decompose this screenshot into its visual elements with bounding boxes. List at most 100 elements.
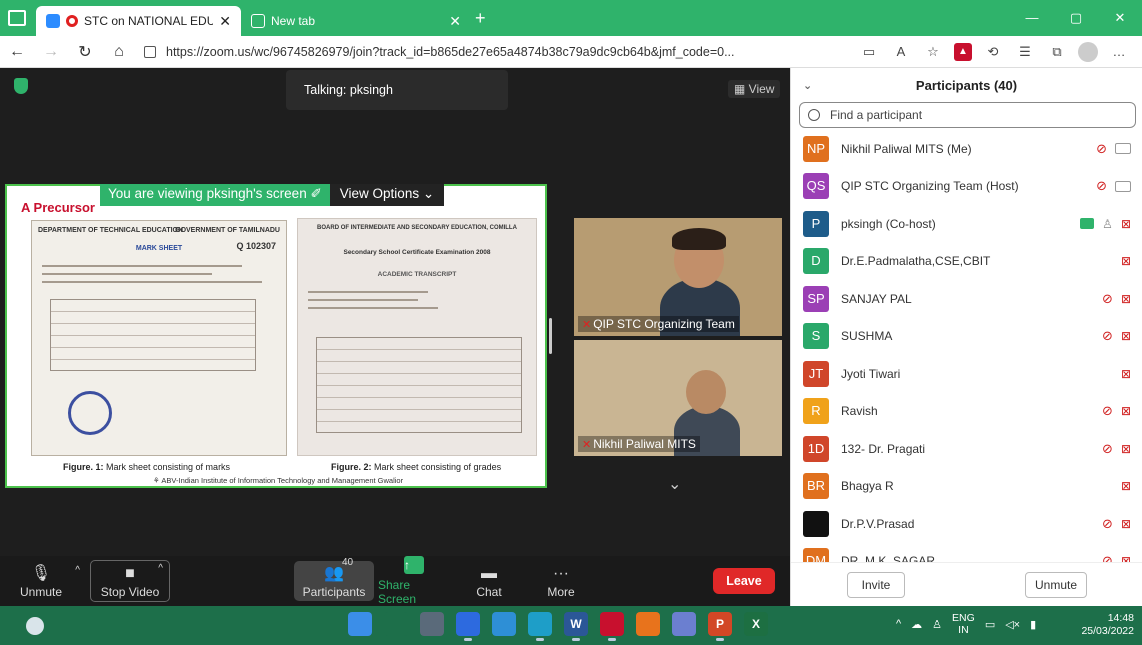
unmute-button[interactable]: 🎙 Unmute ^ [10, 563, 80, 599]
powerpoint-icon[interactable]: P [708, 612, 732, 641]
avatar [803, 510, 829, 537]
view-button[interactable]: ▦ View [728, 80, 781, 98]
more-button[interactable]: ··· More [530, 563, 592, 599]
tab-close-icon[interactable]: ✕ [219, 13, 231, 30]
tab-title: STC on NATIONAL EDUCATI [84, 14, 214, 28]
app-icon[interactable] [672, 612, 696, 636]
chat-button[interactable]: ▬ Chat [458, 563, 520, 599]
participant-row[interactable]: D Dr.E.Padmalatha,CSE,CBIT ⊠ [791, 243, 1142, 281]
forward-icon[interactable]: → [34, 43, 68, 61]
weather-icon[interactable] [26, 616, 44, 635]
url-bar[interactable]: https://zoom.us/wc/96745826979/join?trac… [136, 40, 858, 64]
participant-row[interactable]: BR Bhagya R ⊠ [791, 468, 1142, 506]
desktop-icon[interactable] [492, 612, 516, 636]
display-icon[interactable]: ▭ [985, 618, 995, 631]
zoom-app-icon[interactable] [456, 612, 480, 641]
browser-tab-strip: STC on NATIONAL EDUCATI ✕ New tab ✕ + — … [0, 0, 1142, 36]
participant-row[interactable]: Ppksingh (Co-host) ♙ ⊠ [791, 205, 1142, 243]
video-tile-name: ✕ QIP STC Organizing Team [578, 316, 739, 332]
participants-button[interactable]: 👥 40 Participants [294, 557, 374, 601]
taskbar-apps: W PX [348, 612, 768, 641]
participant-row[interactable]: NP Nikhil Paliwal MITS (Me) ⊘ [791, 130, 1142, 168]
participant-status-icons: ⊠ [1121, 367, 1142, 381]
tab-zoom-meeting[interactable]: STC on NATIONAL EDUCATI ✕ [36, 6, 241, 36]
acrobat-icon[interactable] [600, 612, 624, 641]
read-aloud-icon[interactable]: A [890, 44, 912, 59]
battery-icon[interactable]: ▮ [1030, 618, 1036, 631]
avatar: P [803, 210, 829, 237]
search-placeholder: Find a participant [830, 108, 923, 122]
maximize-button[interactable]: ▢ [1054, 10, 1098, 26]
participant-row[interactable]: Dr.P.V.Prasad ⊘ ⊠ [791, 505, 1142, 543]
edge-browser-icon[interactable] [528, 612, 552, 641]
participant-row[interactable]: QS QIP STC Organizing Team (Host) ⊘ [791, 168, 1142, 206]
file-explorer-icon[interactable] [420, 612, 444, 636]
back-icon[interactable]: ← [0, 43, 34, 61]
participant-row[interactable]: S SUSHMA ⊘ ⊠ [791, 318, 1142, 356]
unmute-label: Unmute [19, 585, 63, 599]
collapse-chevron-icon[interactable]: ⌄ [803, 79, 812, 92]
caret-up-icon[interactable]: ^ [75, 565, 80, 576]
excel-icon[interactable]: X [744, 612, 768, 636]
leave-button[interactable]: Leave [713, 568, 775, 594]
extensions-icon[interactable]: ⟲ [982, 44, 1004, 60]
share-screen-button[interactable]: ↑ Share Screen [378, 556, 450, 606]
caret-up-icon[interactable]: ^ [158, 563, 163, 574]
clock[interactable]: 14:48 25/03/2022 [1074, 612, 1134, 638]
doc-line [308, 291, 428, 293]
lock-icon[interactable] [144, 45, 156, 58]
split-resize-handle[interactable] [549, 318, 552, 354]
invite-button[interactable]: Invite [847, 571, 905, 598]
reader-icon[interactable]: ▭ [858, 44, 880, 60]
participant-row[interactable]: DM DR. M.K. SAGAR ⊘ ⊠ [791, 543, 1142, 562]
mic-muted-icon: ⊘ [1102, 553, 1113, 562]
participant-name: QIP STC Organizing Team (Host) [841, 179, 1019, 194]
view-options-button[interactable]: View Options ⌄ [329, 184, 445, 206]
participant-row[interactable]: R Ravish ⊘ ⊠ [791, 393, 1142, 431]
stop-video-button[interactable]: ■ Stop Video ^ [90, 560, 170, 602]
minimize-button[interactable]: — [1010, 10, 1054, 26]
new-tab-button[interactable]: + [475, 8, 486, 29]
favorite-icon[interactable]: ☆ [922, 44, 944, 60]
favorites-bar-icon[interactable]: ☰ [1014, 44, 1036, 60]
panel-header: ⌄ Participants (40) [791, 68, 1142, 102]
collections-icon[interactable]: ⧉ [1046, 44, 1068, 60]
window-menu-icon[interactable] [8, 10, 26, 26]
chevron-up-icon[interactable]: ^ [896, 618, 901, 630]
close-window-button[interactable]: ✕ [1098, 10, 1142, 26]
seal-stamp [68, 391, 112, 435]
security-shield-icon[interactable] [14, 78, 28, 94]
home-icon[interactable]: ⌂ [102, 43, 136, 61]
pdf-icon[interactable]: ▲ [954, 42, 972, 61]
firefox-icon[interactable] [636, 612, 660, 636]
mic-muted-icon: ✕ [582, 438, 592, 451]
talking-indicator: Talking: pksingh [286, 70, 508, 110]
grade-sheet-image: BOARD OF INTERMEDIATE AND SECONDARY EDUC… [297, 218, 537, 456]
chevron-down-icon[interactable]: ⌄ [668, 474, 681, 494]
video-camera-icon [1115, 143, 1131, 155]
participant-row[interactable]: JT Jyoti Tiwari ⊠ [791, 355, 1142, 393]
volume-icon[interactable]: ◁× [1005, 618, 1020, 631]
video-tile-qip-stc[interactable]: ✕ QIP STC Organizing Team [574, 218, 782, 336]
word-icon[interactable]: W [564, 612, 588, 641]
doc-line [308, 299, 418, 301]
language-indicator[interactable]: ENG IN [952, 612, 975, 636]
menu-icon[interactable]: … [1108, 44, 1130, 59]
video-tile-nikhil[interactable]: ✕ Nikhil Paliwal MITS [574, 340, 782, 456]
participant-status-icons: ⊘ [1096, 178, 1142, 194]
mic-icon[interactable]: ♙ [932, 618, 942, 631]
refresh-icon[interactable]: ↻ [68, 42, 102, 62]
tab-close-icon[interactable]: ✕ [449, 13, 461, 30]
cloud-icon[interactable]: ☁ [911, 618, 922, 631]
participant-status-icons: ⊘ ⊠ [1102, 553, 1142, 562]
grid-icon: ▦ [734, 82, 749, 96]
participants-label: Participants [302, 585, 366, 599]
participant-row[interactable]: SP SANJAY PAL ⊘ ⊠ [791, 280, 1142, 318]
unmute-all-button[interactable]: Unmute [1025, 571, 1087, 598]
tab-new-tab[interactable]: New tab ✕ [241, 6, 471, 36]
participant-search-input[interactable]: Find a participant [799, 102, 1136, 128]
participant-row[interactable]: 1D 132- Dr. Pragati ⊘ ⊠ [791, 430, 1142, 468]
profile-icon[interactable] [1078, 41, 1098, 62]
start-icon[interactable] [348, 612, 372, 636]
search-icon[interactable] [384, 612, 408, 636]
